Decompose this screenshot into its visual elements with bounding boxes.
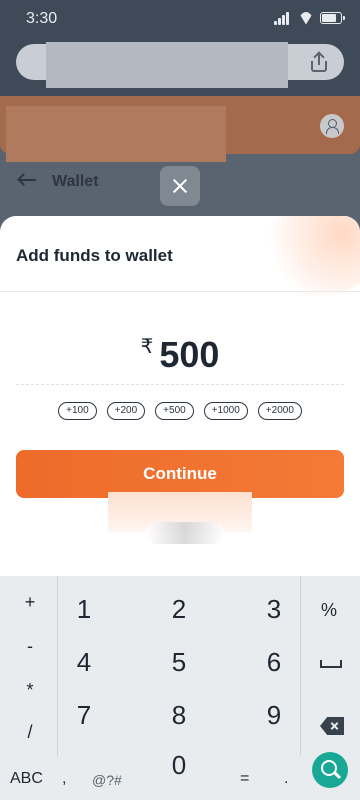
key-7[interactable]: 7 [64, 700, 104, 731]
currency-symbol: ₹ [140, 336, 154, 358]
app-header [0, 96, 360, 162]
amount-display[interactable]: ₹500 [0, 334, 360, 376]
key-0[interactable]: 0 [159, 750, 199, 781]
key-symbols[interactable]: @?# [92, 772, 122, 788]
key-multiply[interactable]: * [15, 680, 45, 701]
quick-add-chip[interactable]: +2000 [257, 402, 302, 420]
status-time: 3:30 [26, 10, 58, 27]
status-bar: 3:30 [0, 0, 360, 36]
signal-icon [274, 11, 292, 25]
key-minus[interactable]: - [15, 636, 45, 657]
amount-value[interactable]: 500 [159, 334, 219, 375]
quick-add-chips: +100 +200 +500 +1000 +2000 [0, 402, 360, 420]
back-arrow-icon[interactable] [16, 172, 36, 188]
key-5[interactable]: 5 [159, 647, 199, 678]
page-title: Wallet [52, 173, 99, 190]
profile-icon[interactable] [320, 114, 344, 138]
amount-underline [16, 384, 344, 385]
key-divide[interactable]: / [15, 722, 45, 743]
redacted-content [146, 522, 224, 544]
share-icon[interactable] [310, 51, 328, 72]
close-sheet-button[interactable] [160, 166, 200, 206]
space-key-icon[interactable] [320, 660, 342, 668]
search-key-icon[interactable] [312, 752, 348, 788]
browser-toolbar [0, 36, 360, 96]
wifi-icon [298, 12, 314, 25]
key-comma[interactable]: , [62, 770, 66, 788]
key-9[interactable]: 9 [254, 700, 294, 731]
key-percent[interactable]: % [314, 600, 344, 621]
key-8[interactable]: 8 [159, 700, 199, 731]
sheet-title: Add funds to wallet [16, 246, 173, 265]
quick-add-chip[interactable]: +1000 [203, 402, 248, 420]
key-abc[interactable]: ABC [10, 770, 43, 788]
key-2[interactable]: 2 [159, 594, 199, 625]
quick-add-chip[interactable]: +200 [106, 402, 146, 420]
key-6[interactable]: 6 [254, 647, 294, 678]
key-equals[interactable]: = [240, 770, 249, 788]
continue-button[interactable]: Continue [16, 450, 344, 498]
quick-add-chip[interactable]: +500 [155, 402, 194, 420]
battery-icon [320, 12, 345, 24]
redacted-url [46, 42, 288, 88]
quick-add-chip[interactable]: +100 [58, 402, 97, 420]
wallet-illustration [258, 216, 360, 296]
key-3[interactable]: 3 [254, 594, 294, 625]
key-plus[interactable]: + [15, 592, 45, 613]
key-period[interactable]: . [284, 770, 288, 788]
add-funds-sheet: Add funds to wallet ₹500 +100 +200 +500 … [0, 216, 360, 586]
key-1[interactable]: 1 [64, 594, 104, 625]
keyboard-divider [300, 576, 301, 756]
divider [0, 291, 360, 292]
key-4[interactable]: 4 [64, 647, 104, 678]
status-icons [274, 11, 345, 25]
keyboard-divider [57, 576, 58, 756]
